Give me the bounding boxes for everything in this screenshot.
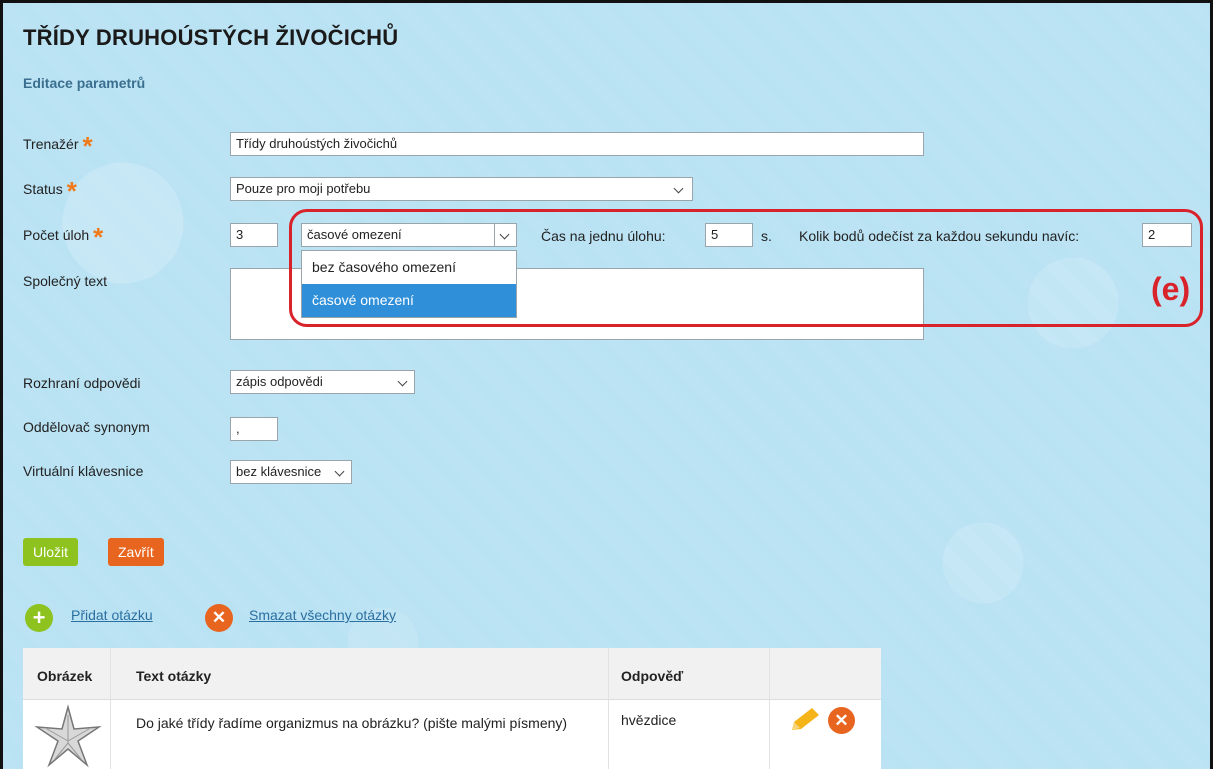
table-row-answer: hvězdice [621, 712, 677, 728]
page-subtitle: Editace parametrů [23, 75, 146, 91]
annotation-label: (e) [1151, 271, 1191, 307]
chevron-down-icon [673, 183, 684, 194]
trenazer-label: Trenažér * [23, 131, 93, 161]
close-button[interactable]: Zavřít [108, 538, 164, 566]
save-button[interactable]: Uložit [23, 538, 79, 566]
chevron-down-icon [397, 376, 408, 387]
dropdown-option-bez-casoveho-omezeni[interactable]: bez časového omezení [302, 251, 516, 284]
cas-unit: s. [761, 228, 772, 244]
klavesnice-select[interactable]: bez klávesnice [230, 460, 352, 484]
column-divider [110, 648, 111, 769]
rozhrani-select-value: zápis odpovědi [236, 374, 323, 389]
starfish-image [34, 704, 102, 768]
page-frame: TŘÍDY DRUHOÚSTÝCH ŽIVOČICHŮ Editace para… [0, 0, 1213, 769]
time-limit-select-value: časové omezení [307, 227, 402, 242]
header-obrazek: Obrázek [37, 668, 93, 684]
rozhrani-select[interactable]: zápis odpovědi [230, 370, 415, 394]
delete-all-link[interactable]: Smazat všechny otázky [249, 607, 396, 623]
header-text-otazky: Text otázky [136, 668, 212, 684]
time-limit-select[interactable]: časové omezení [301, 223, 517, 247]
pocet-uloh-input[interactable]: 3 [230, 223, 278, 247]
chevron-down-icon [334, 466, 345, 477]
column-divider [769, 648, 770, 769]
table-row-question: Do jaké třídy řadíme organizmus na obráz… [136, 715, 568, 731]
body-input[interactable]: 2 [1142, 223, 1192, 247]
klavesnice-label: Virtuální klávesnice [23, 463, 144, 479]
required-asterisk-icon: * [66, 176, 77, 206]
body-label: Kolik bodů odečíst za každou sekundu nav… [799, 228, 1080, 244]
required-asterisk-icon: * [82, 131, 93, 161]
spolecny-text-label: Společný text [23, 273, 108, 289]
status-select-value: Pouze pro moji potřebu [236, 181, 371, 196]
page-title: TŘÍDY DRUHOÚSTÝCH ŽIVOČICHŮ [23, 25, 399, 50]
delete-row-icon[interactable]: ✕ [828, 707, 855, 734]
cas-input[interactable]: 5 [705, 223, 753, 247]
oddelovac-label: Oddělovač synonym [23, 419, 150, 435]
status-label: Status * [23, 176, 77, 206]
column-divider [608, 648, 609, 769]
pocet-uloh-label: Počet úloh * [23, 222, 104, 252]
klavesnice-select-value: bez klávesnice [236, 464, 322, 479]
trenazer-input[interactable]: Třídy druhoústých živočichů [230, 132, 924, 156]
required-asterisk-icon: * [93, 222, 104, 252]
time-limit-dropdown: bez časového omezení časové omezení [301, 250, 517, 318]
oddelovac-input[interactable]: , [230, 417, 278, 441]
pencil-icon[interactable] [786, 706, 822, 734]
dropdown-option-casove-omezeni[interactable]: časové omezení [302, 284, 516, 317]
add-question-link[interactable]: Přidat otázku [71, 607, 153, 623]
delete-icon[interactable]: ✕ [205, 604, 233, 632]
rozhrani-label: Rozhraní odpovědi [23, 375, 141, 391]
add-icon[interactable]: + [25, 604, 53, 632]
status-select[interactable]: Pouze pro moji potřebu [230, 177, 693, 201]
header-odpoved: Odpověď [621, 668, 684, 684]
cas-label: Čas na jednu úlohu: [541, 228, 666, 244]
